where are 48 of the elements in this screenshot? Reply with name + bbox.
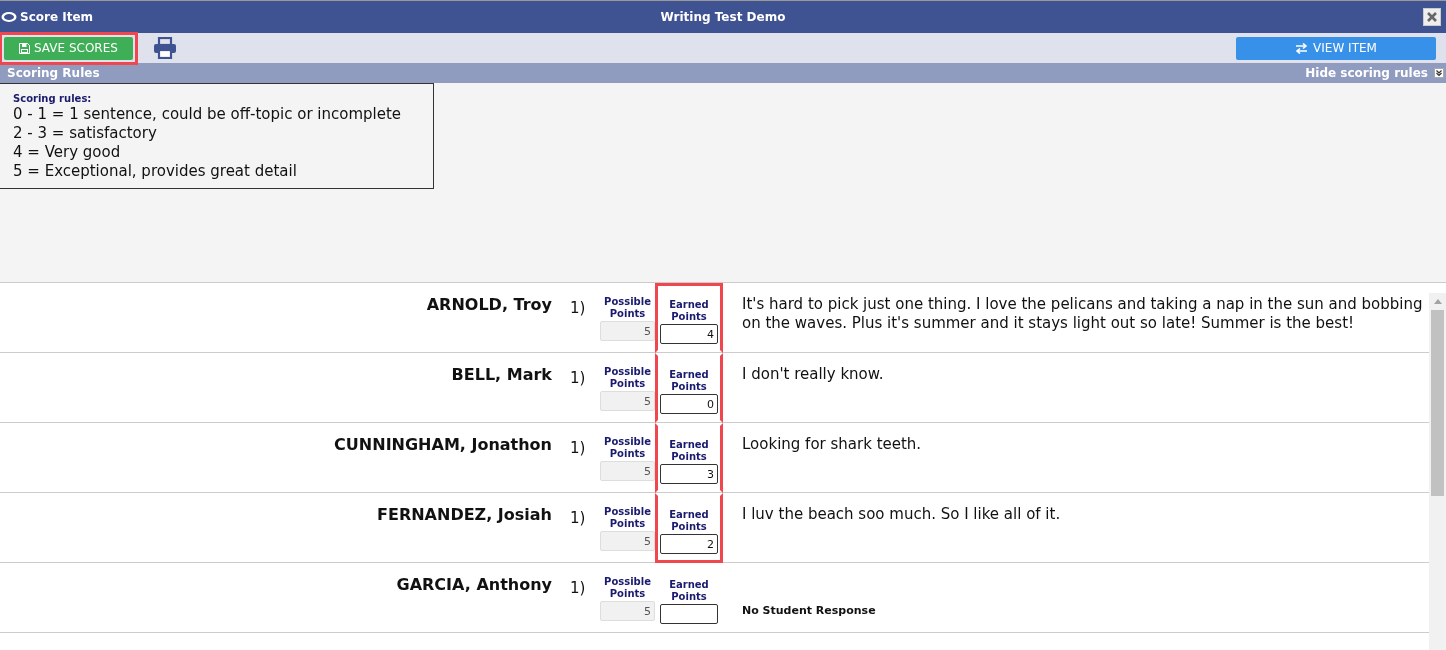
student-name: BELL, Mark <box>450 364 552 384</box>
question-number: 1) <box>569 438 587 457</box>
printer-icon[interactable] <box>152 37 177 59</box>
rule-text: 4 = Very good <box>13 143 122 162</box>
close-button[interactable] <box>1423 8 1441 26</box>
possible-points-field: 5 <box>600 461 655 481</box>
question-number: 1) <box>569 298 587 317</box>
question-number: 1) <box>569 508 587 527</box>
student-name: FERNANDEZ, Josiah <box>376 504 552 524</box>
rule-text: 5 = Exceptional, provides great detail <box>13 162 298 181</box>
scrollbar[interactable] <box>1429 293 1446 650</box>
student-response: Looking for shark teeth. <box>741 434 923 455</box>
possible-points-field: 5 <box>600 601 655 621</box>
rule-text: 2 - 3 = satisfactory <box>13 124 158 143</box>
student-response: It's hard to pick just one thing. I love the pelicans and taking a nap in the sun and bobbing on the waves. Plus it's summer and it stays light out so late! Summer is the best! <box>741 294 1424 334</box>
section-header: Scoring Rules <box>7 66 100 80</box>
earned-points-label: Earned Points <box>668 439 710 463</box>
student-response: I don't really know. <box>741 364 885 385</box>
earned-points-label: Earned Points <box>668 509 710 533</box>
no-response-note: No Student Response <box>741 603 877 619</box>
earned-points-field[interactable] <box>660 604 718 624</box>
window-title: Score Item <box>20 10 94 24</box>
possible-points-label: Possible Points <box>603 576 652 600</box>
possible-points-label: Possible Points <box>603 436 652 460</box>
student-response: I luv the beach soo much. So I like all of it. <box>741 504 1062 525</box>
question-number: 1) <box>569 578 587 597</box>
possible-points-field: 5 <box>600 531 655 551</box>
page-title: Writing Test Demo <box>660 10 786 24</box>
swap-arrows-icon <box>1295 42 1309 54</box>
earned-points-label: Earned Points <box>668 369 710 393</box>
possible-points-label: Possible Points <box>603 366 652 390</box>
earned-points-label: Earned Points <box>668 299 710 323</box>
earned-points-label: Earned Points <box>668 579 710 603</box>
possible-points-label: Possible Points <box>603 506 652 530</box>
possible-points-label: Possible Points <box>603 296 652 320</box>
possible-points-field: 5 <box>600 321 655 341</box>
rules-heading: Scoring rules: <box>13 93 93 104</box>
question-number: 1) <box>569 368 587 387</box>
student-name: CUNNINGHAM, Jonathon <box>333 434 552 454</box>
student-name: ARNOLD, Troy <box>425 294 552 314</box>
rule-text: 0 - 1 = 1 sentence, could be off-topic or incomplete <box>13 105 403 124</box>
earned-points-field[interactable]: 0 <box>660 394 718 414</box>
close-icon <box>1427 12 1437 22</box>
earned-points-field[interactable]: 4 <box>660 324 718 344</box>
earned-points-field[interactable]: 2 <box>660 534 718 554</box>
earned-points-field[interactable]: 3 <box>660 464 718 484</box>
student-name: GARCIA, Anthony <box>395 574 552 594</box>
possible-points-field: 5 <box>600 391 655 411</box>
